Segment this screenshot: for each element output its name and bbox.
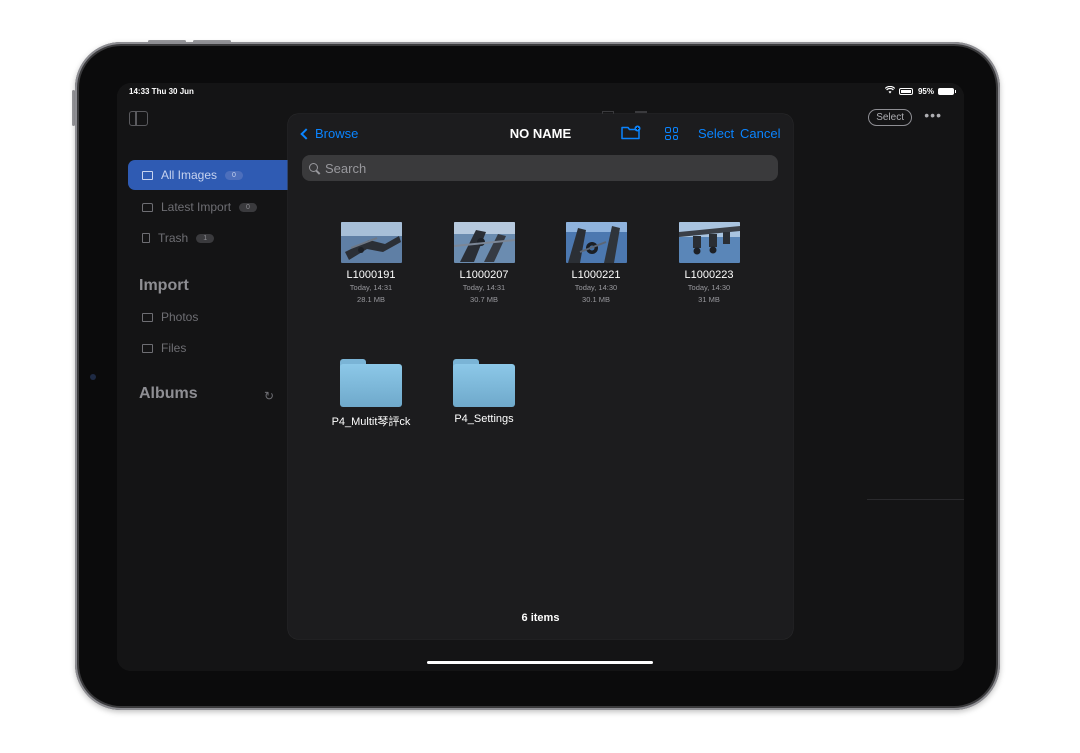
image-icon bbox=[142, 170, 153, 180]
file-size: 31 MB bbox=[698, 295, 720, 304]
divider bbox=[867, 499, 964, 500]
image-thumbnail bbox=[678, 222, 740, 263]
file-size: 30.7 MB bbox=[470, 295, 498, 304]
sidebar-item-label: All Images bbox=[161, 168, 218, 182]
photo-icon bbox=[142, 343, 153, 353]
image-thumbnail bbox=[453, 222, 515, 263]
search-field[interactable] bbox=[302, 155, 778, 181]
file-size: 30.1 MB bbox=[582, 295, 610, 304]
folder-name: P4_Settings bbox=[454, 413, 514, 425]
file-date: Today, 14:30 bbox=[574, 283, 618, 292]
search-input[interactable] bbox=[325, 160, 765, 176]
select-button[interactable]: Select bbox=[868, 109, 912, 126]
count-badge: 0 bbox=[239, 202, 257, 212]
sidebar-item-label: Latest Import bbox=[161, 200, 232, 214]
file-browser-sheet: Browse NO NAME Select Cancel Search L100… bbox=[288, 114, 793, 639]
grid-view-icon[interactable] bbox=[665, 127, 678, 140]
albums-header: Albums bbox=[139, 385, 198, 402]
battery-percent: 95% bbox=[917, 86, 934, 96]
trash-icon bbox=[142, 233, 150, 243]
sidebar-item-label: Files bbox=[161, 341, 187, 355]
navigation-bar: Browse NO NAME Select Cancel bbox=[288, 114, 793, 154]
sidebar-toggle-icon[interactable] bbox=[129, 111, 148, 126]
folder-item[interactable]: P4_Settings bbox=[429, 359, 539, 425]
file-size: 28.1 MB bbox=[357, 295, 385, 304]
battery-icon bbox=[938, 87, 956, 95]
cancel-button[interactable]: Cancel bbox=[740, 126, 780, 141]
image-thumbnail bbox=[340, 222, 402, 263]
folder-icon bbox=[340, 359, 402, 407]
home-indicator[interactable] bbox=[427, 661, 653, 664]
count-badge: 1 bbox=[196, 233, 215, 243]
folder-name: P4_Multit琴評ck bbox=[331, 416, 411, 428]
image-thumbnail bbox=[565, 222, 627, 263]
import-icon bbox=[142, 202, 153, 212]
file-item[interactable]: L1000221 Today, 14:30 30.1 MB bbox=[541, 222, 651, 305]
file-item[interactable]: L1000207 Today, 14:31 30.7 MB bbox=[429, 222, 539, 305]
sidebar-item-label: Trash bbox=[158, 231, 189, 245]
count-badge: 0 bbox=[225, 170, 243, 180]
status-indicators: 95% bbox=[884, 85, 956, 96]
camera-icon bbox=[90, 374, 96, 380]
toolbar-icon bbox=[635, 111, 647, 113]
file-name: L1000191 bbox=[346, 269, 396, 281]
file-item[interactable]: L1000191 Today, 14:31 28.1 MB bbox=[316, 222, 426, 305]
folder-icon bbox=[453, 359, 515, 407]
sidebar-item-label: Photos bbox=[161, 310, 199, 324]
file-date: Today, 14:31 bbox=[462, 283, 506, 292]
item-count: 6 items bbox=[521, 612, 560, 624]
file-name: L1000221 bbox=[571, 269, 621, 281]
new-folder-icon[interactable] bbox=[621, 125, 641, 140]
refresh-icon[interactable]: ↻ bbox=[264, 389, 274, 403]
file-date: Today, 14:30 bbox=[687, 283, 731, 292]
folder-item[interactable]: P4_Multit琴評ck bbox=[316, 359, 426, 429]
search-icon bbox=[309, 162, 320, 174]
more-icon[interactable]: ••• bbox=[924, 107, 942, 123]
status-time: 14:33 Thu 30 Jun bbox=[129, 87, 194, 96]
wifi-icon bbox=[884, 85, 896, 96]
photo-icon bbox=[142, 312, 153, 322]
file-name: L1000223 bbox=[684, 269, 734, 281]
file-date: Today, 14:31 bbox=[349, 283, 393, 292]
select-button[interactable]: Select bbox=[698, 126, 734, 141]
battery-saver-icon bbox=[898, 87, 913, 95]
file-name: L1000207 bbox=[459, 269, 509, 281]
file-item[interactable]: L1000223 Today, 14:30 31 MB bbox=[654, 222, 764, 305]
import-header: Import bbox=[139, 277, 189, 294]
